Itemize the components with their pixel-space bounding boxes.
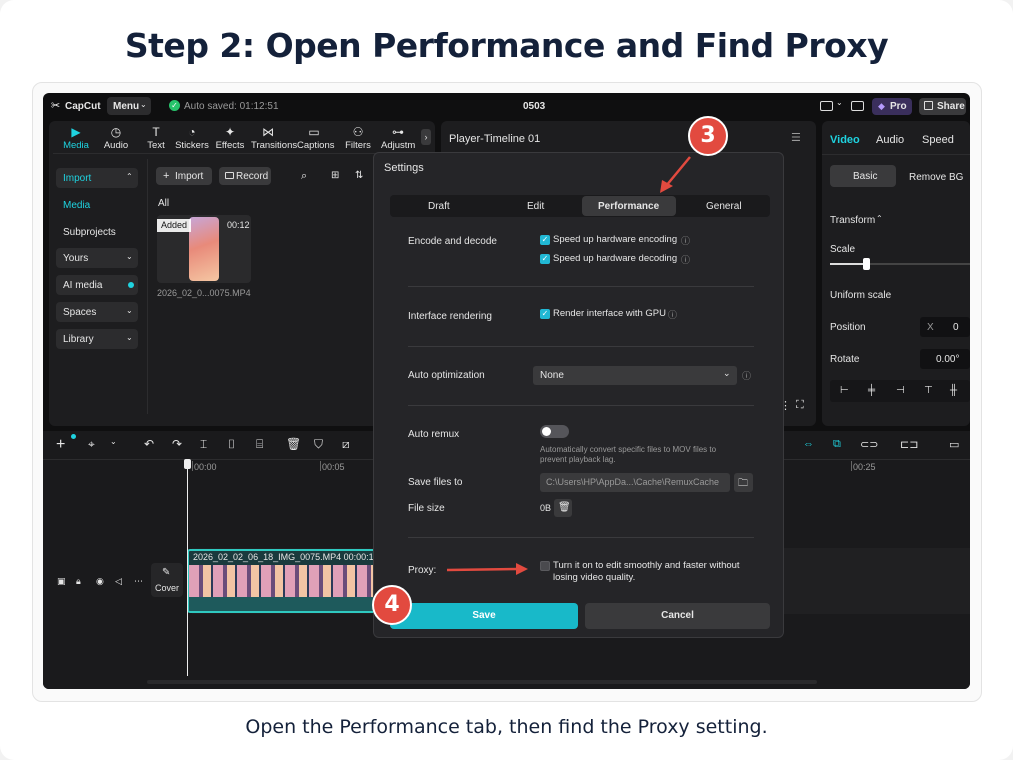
tutorial-card: Step 2: Open Performance and Find Proxy …	[0, 0, 1013, 760]
proxy-arrow-line	[446, 567, 519, 572]
step4-badge: 4	[372, 585, 412, 625]
step3-badge: 3	[688, 116, 728, 156]
annotation-arrows	[446, 156, 691, 575]
step3-arrow-head	[660, 180, 673, 193]
proxy-arrow-head	[516, 563, 528, 575]
step-caption: Open the Performance tab, then find the …	[245, 716, 768, 738]
step3-arrow-line	[665, 156, 691, 187]
